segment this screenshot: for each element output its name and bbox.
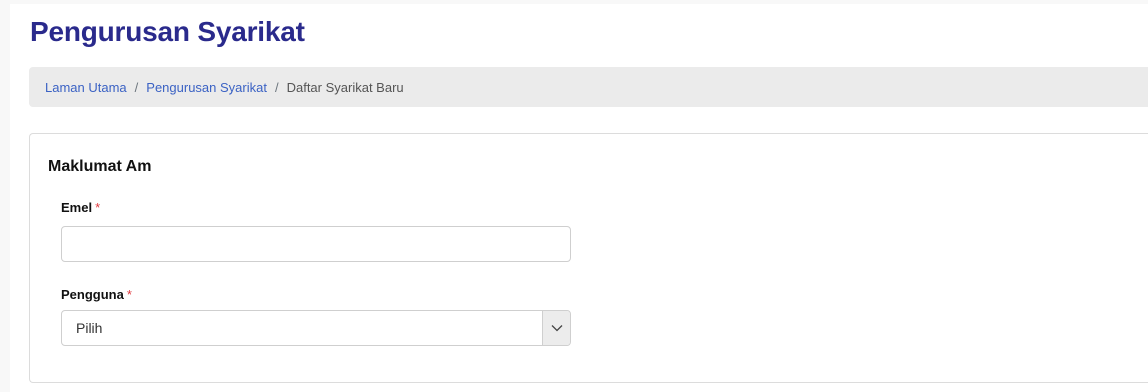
required-mark: * <box>126 287 132 302</box>
user-label: Pengguna * <box>61 287 132 302</box>
email-field[interactable] <box>61 226 571 262</box>
chevron-down-icon <box>551 325 562 332</box>
user-select[interactable]: Pilih <box>61 310 571 346</box>
user-label-text: Pengguna <box>61 287 124 302</box>
breadcrumb-separator: / <box>134 79 139 95</box>
email-label-text: Emel <box>61 200 93 215</box>
breadcrumb-link-home[interactable]: Laman Utama <box>45 80 127 95</box>
section-title: Maklumat Am <box>48 158 152 175</box>
breadcrumb-link-company-management[interactable]: Pengurusan Syarikat <box>146 80 267 95</box>
general-info-card: Maklumat Am Emel * Pengguna * Pilih <box>29 133 1148 383</box>
page: Pengurusan Syarikat Laman Utama / Pengur… <box>0 0 1148 392</box>
required-mark: * <box>95 200 101 215</box>
breadcrumb: Laman Utama / Pengurusan Syarikat / Daft… <box>29 67 1148 107</box>
page-title: Pengurusan Syarikat <box>30 16 305 47</box>
user-select-value: Pilih <box>76 320 103 336</box>
dropdown-button[interactable] <box>542 311 570 345</box>
breadcrumb-current: Daftar Syarikat Baru <box>286 79 404 95</box>
breadcrumb-separator: / <box>274 79 279 95</box>
email-label: Emel * <box>61 200 100 215</box>
